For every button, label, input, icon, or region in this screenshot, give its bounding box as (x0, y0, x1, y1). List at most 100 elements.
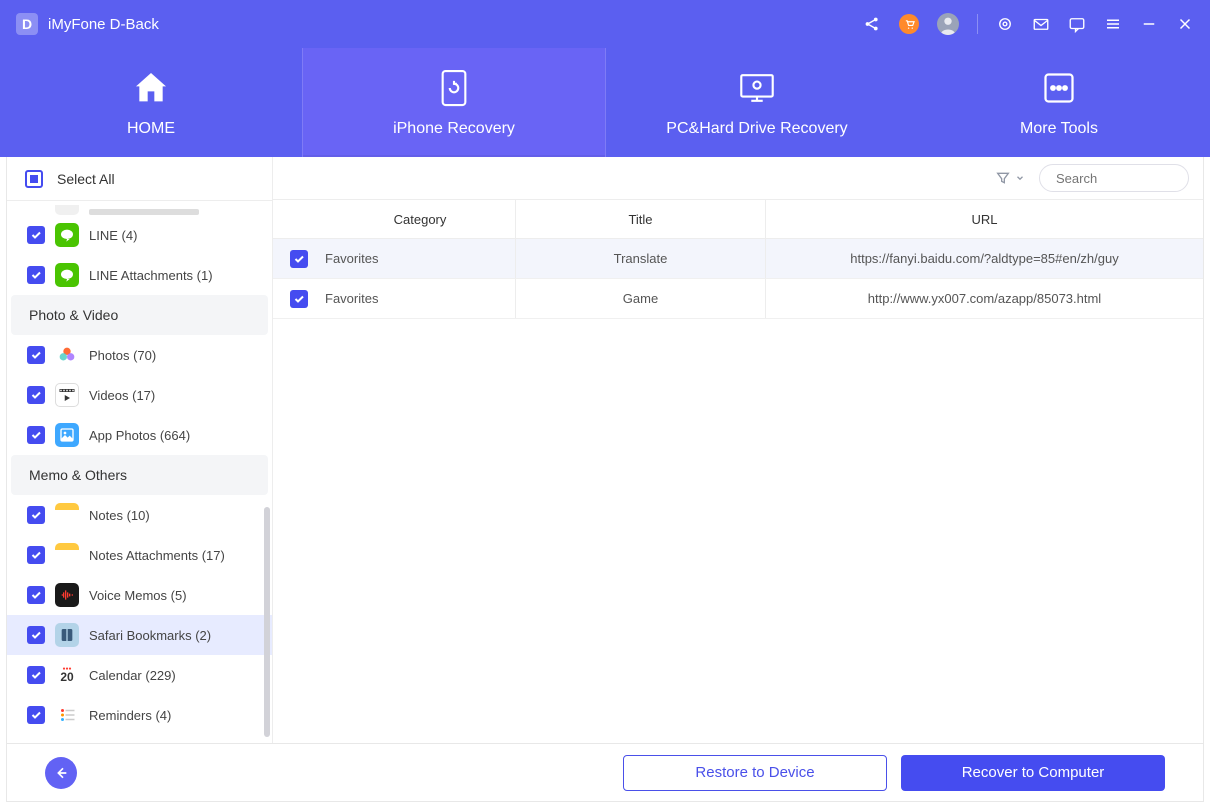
sidebar-item-calendar[interactable]: ●●● 20 Calendar (229) (7, 655, 272, 695)
label: LINE Attachments (1) (89, 268, 213, 283)
row-checkbox[interactable] (290, 290, 308, 308)
safari-bookmark-icon (55, 623, 79, 647)
cell-url: http://www.yx007.com/azapp/85073.html (765, 279, 1203, 318)
th-url[interactable]: URL (765, 200, 1203, 238)
checkbox[interactable] (27, 226, 45, 244)
table-row[interactable]: Favorites Translate https://fanyi.baidu.… (273, 239, 1203, 279)
checkbox[interactable] (27, 266, 45, 284)
chevron-down-icon (1015, 173, 1025, 183)
notes-icon (55, 503, 79, 527)
label: Photos (70) (89, 348, 156, 363)
pc-recovery-icon (737, 68, 777, 108)
gear-icon[interactable] (996, 15, 1014, 33)
more-tools-icon (1039, 68, 1079, 108)
label: Calendar (229) (89, 668, 176, 683)
label: Notes (10) (89, 508, 150, 523)
row-checkbox[interactable] (290, 250, 308, 268)
th-title[interactable]: Title (515, 200, 765, 238)
table: Category Title URL Favorites Translate h… (273, 199, 1203, 743)
user-avatar-icon[interactable] (937, 13, 959, 35)
nav-iphone-label: iPhone Recovery (393, 120, 515, 138)
sidebar-scroll[interactable]: LINE (4) LINE Attachments (1) Photo & Vi… (7, 201, 272, 743)
sidebar-item-notes-attachments[interactable]: Notes Attachments (17) (7, 535, 272, 575)
checkbox[interactable] (27, 626, 45, 644)
select-all-checkbox[interactable] (25, 170, 43, 188)
section-photo-video: Photo & Video (11, 295, 268, 335)
share-icon[interactable] (863, 15, 881, 33)
minimize-icon[interactable] (1140, 15, 1158, 33)
checkbox[interactable] (27, 426, 45, 444)
nav-home-label: HOME (127, 120, 175, 138)
nav-pc-recovery[interactable]: PC&Hard Drive Recovery (606, 48, 908, 157)
feedback-icon[interactable] (1068, 15, 1086, 33)
separator (977, 14, 978, 34)
nav-iphone-recovery[interactable]: iPhone Recovery (302, 48, 606, 157)
th-checkbox (273, 200, 325, 238)
home-icon (131, 68, 171, 108)
checkbox[interactable] (27, 666, 45, 684)
voice-memos-icon (55, 583, 79, 607)
line-icon (55, 263, 79, 287)
search-box[interactable] (1039, 164, 1189, 192)
sidebar-item-cutoff[interactable] (7, 201, 272, 215)
app-title: iMyFone D-Back (48, 16, 863, 33)
sidebar-item-notes[interactable]: Notes (10) (7, 495, 272, 535)
cart-icon[interactable] (899, 14, 919, 34)
checkbox[interactable] (27, 346, 45, 364)
sidebar-item-voice-memos[interactable]: Voice Memos (5) (7, 575, 272, 615)
recover-to-computer-button[interactable]: Recover to Computer (901, 755, 1165, 791)
content-toolbar (273, 157, 1203, 199)
reminders-icon (55, 703, 79, 727)
nav-tools-label: More Tools (1020, 120, 1098, 138)
cell-category: Favorites (325, 239, 515, 278)
checkbox[interactable] (27, 546, 45, 564)
sidebar-item-app-photos[interactable]: App Photos (664) (7, 415, 272, 455)
attachment-icon (55, 205, 79, 215)
checkbox[interactable] (27, 706, 45, 724)
filter-button[interactable] (995, 170, 1025, 186)
footer: Restore to Device Recover to Computer (6, 744, 1204, 802)
checkbox[interactable] (27, 506, 45, 524)
videos-icon (55, 383, 79, 407)
cell-title: Translate (515, 239, 765, 278)
label: App Photos (664) (89, 428, 190, 443)
restore-to-device-button[interactable]: Restore to Device (623, 755, 887, 791)
table-header: Category Title URL (273, 199, 1203, 239)
sidebar: Select All LINE (4) LINE Attachments (1)… (7, 157, 273, 743)
label (89, 209, 199, 215)
checkbox[interactable] (27, 586, 45, 604)
sidebar-item-photos[interactable]: Photos (70) (7, 335, 272, 375)
table-body: Favorites Translate https://fanyi.baidu.… (273, 239, 1203, 319)
sidebar-item-videos[interactable]: Videos (17) (7, 375, 272, 415)
nav-more-tools[interactable]: More Tools (908, 48, 1210, 157)
cell-url: https://fanyi.baidu.com/?aldtype=85#en/z… (765, 239, 1203, 278)
sidebar-item-reminders[interactable]: Reminders (4) (7, 695, 272, 735)
search-input[interactable] (1056, 171, 1210, 186)
label: LINE (4) (89, 228, 137, 243)
app-photos-icon (55, 423, 79, 447)
nav-pc-label: PC&Hard Drive Recovery (666, 120, 847, 138)
select-all-row[interactable]: Select All (7, 157, 272, 201)
select-all-label: Select All (57, 171, 115, 187)
line-icon (55, 223, 79, 247)
close-icon[interactable] (1176, 15, 1194, 33)
label: Notes Attachments (17) (89, 548, 225, 563)
app-logo: D (16, 13, 38, 35)
checkbox[interactable] (27, 386, 45, 404)
title-icons (863, 13, 1194, 35)
menu-icon[interactable] (1104, 15, 1122, 33)
sidebar-item-line[interactable]: LINE (4) (7, 215, 272, 255)
sidebar-item-safari-bookmarks[interactable]: Safari Bookmarks (2) (7, 615, 272, 655)
label: Reminders (4) (89, 708, 171, 723)
nav-home[interactable]: HOME (0, 48, 302, 157)
table-row[interactable]: Favorites Game http://www.yx007.com/azap… (273, 279, 1203, 319)
sidebar-item-line-attachments[interactable]: LINE Attachments (1) (7, 255, 272, 295)
photos-icon (55, 343, 79, 367)
phone-recovery-icon (434, 68, 474, 108)
scrollbar-thumb[interactable] (264, 507, 270, 737)
th-category[interactable]: Category (325, 200, 515, 238)
mail-icon[interactable] (1032, 15, 1050, 33)
back-button[interactable] (45, 757, 77, 789)
label: Videos (17) (89, 388, 155, 403)
arrow-left-icon (53, 765, 69, 781)
